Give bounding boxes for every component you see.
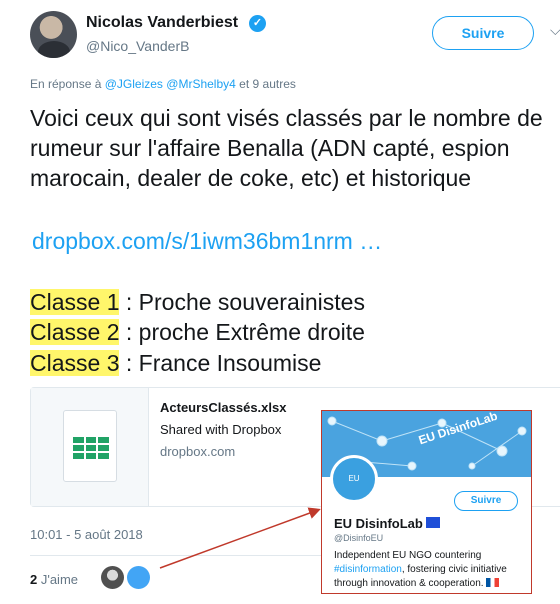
profile-popup-card: EU DisinfoLab EU DisinfoLab Suivre EU Di… — [321, 410, 532, 594]
class-description: : France Insoumise — [119, 350, 322, 376]
profile-handle: @DisinfoEU — [334, 533, 384, 543]
likes-count[interactable]: 2 J'aime — [30, 572, 78, 587]
reply-suffix[interactable]: et 9 autres — [239, 77, 296, 91]
author-avatar[interactable] — [30, 11, 77, 58]
class-description: : Proche souverainistes — [119, 289, 365, 315]
eu-flag-icon — [426, 517, 440, 528]
verified-badge-icon: ✓ — [249, 15, 266, 32]
class-label: Classe 2 — [30, 319, 120, 345]
tweet-link[interactable]: dropbox.com/s/1iwm36bm1nrm … — [32, 228, 382, 255]
profile-name: EU DisinfoLab — [334, 516, 423, 531]
follow-button[interactable]: Suivre — [432, 16, 534, 50]
card-title: ActeursClassés.xlsx — [160, 400, 287, 415]
french-flag-icon — [486, 578, 500, 587]
card-thumbnail — [31, 388, 149, 506]
card-domain: dropbox.com — [160, 444, 236, 459]
bio-text: Independent EU NGO countering — [334, 550, 482, 561]
profile-avatar: EU DisinfoLab — [330, 455, 378, 525]
reply-mention-2[interactable]: @MrShelby4 — [166, 77, 236, 91]
likes-label: J'aime — [37, 572, 79, 587]
spreadsheet-icon — [63, 410, 117, 482]
card-subtitle: Shared with Dropbox — [160, 422, 282, 437]
profile-follow-button[interactable]: Suivre — [454, 491, 518, 511]
class-label: Classe 3 — [30, 350, 120, 376]
liker-avatar[interactable] — [127, 566, 150, 589]
author-name[interactable]: Nicolas Vanderbiest — [86, 14, 238, 32]
bio-hashtag[interactable]: #disinformation — [334, 564, 402, 575]
class-line-2: Classe 2 : proche Extrême droite — [30, 317, 365, 347]
reply-prefix: En réponse à — [30, 77, 102, 91]
tweet-timestamp[interactable]: 10:01 - 5 août 2018 — [30, 527, 143, 542]
profile-bio: Independent EU NGO countering #disinform… — [334, 549, 524, 591]
divider — [30, 555, 330, 556]
reply-context: En réponse à @JGleizes @MrShelby4 et 9 a… — [30, 77, 296, 91]
class-line-1: Classe 1 : Proche souverainistes — [30, 287, 365, 317]
author-handle[interactable]: @Nico_VanderB — [86, 38, 189, 54]
reply-mention-1[interactable]: @JGleizes — [105, 77, 163, 91]
class-label: Classe 1 — [30, 289, 120, 315]
class-line-3: Classe 3 : France Insoumise — [30, 348, 321, 378]
chevron-down-icon[interactable]: ⌵ — [550, 22, 560, 39]
class-description: : proche Extrême droite — [119, 319, 365, 345]
liker-avatar[interactable] — [101, 566, 124, 589]
tweet-text: Voici ceux qui sont visés classés par le… — [30, 105, 543, 191]
